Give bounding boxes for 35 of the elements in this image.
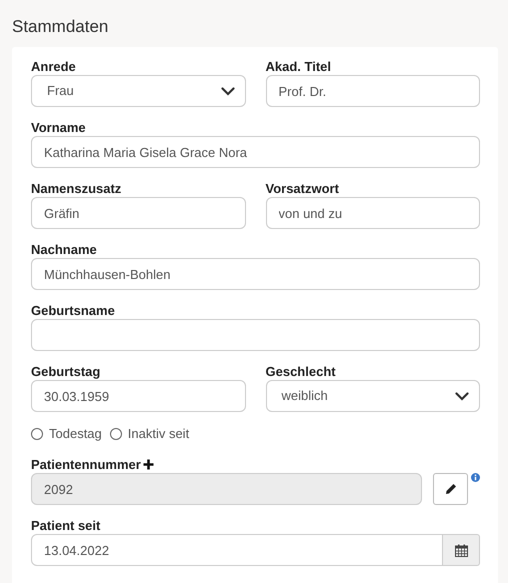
text-field[interactable]: Katharina Maria Gisela Grace Nora [31, 136, 480, 168]
radio-label: Inaktiv seit [128, 425, 190, 444]
text-field[interactable]: Münchhausen-Bohlen [31, 258, 480, 290]
text-field[interactable] [31, 319, 480, 351]
text-field[interactable]: 2092 [31, 473, 422, 505]
text-field[interactable]: von und zu [266, 197, 480, 229]
field-label: Geburtsname [31, 302, 115, 319]
section-title: Stammdaten [12, 16, 108, 38]
plus-icon[interactable] [142, 459, 154, 470]
field-label: Geburtstag [31, 363, 100, 380]
radio-button[interactable] [31, 428, 43, 440]
field-label: Patientennummer [31, 456, 141, 473]
field-label: Namenszusatz [31, 180, 122, 197]
field-label: Nachname [31, 241, 97, 258]
edit-button[interactable] [433, 473, 468, 505]
pencil-icon [444, 483, 456, 495]
date-field[interactable]: 13.04.2022 [31, 534, 443, 566]
field-label: Anrede [31, 58, 76, 75]
field-label: Vorname [31, 119, 86, 136]
field-label: Vorsatzwort [266, 180, 339, 197]
dropdown[interactable]: weiblich [266, 380, 480, 412]
radio-button[interactable] [110, 428, 122, 440]
text-field[interactable]: Gräfin [31, 197, 246, 229]
calendar-icon [454, 544, 468, 556]
radio-label: Todestag [49, 425, 102, 444]
field-label: Patient seit [31, 517, 100, 534]
text-field[interactable]: 30.03.1959 [31, 380, 246, 412]
text-field[interactable]: Prof. Dr. [266, 75, 480, 107]
calendar-button[interactable] [443, 534, 480, 566]
field-label: Akad. Titel [266, 58, 332, 75]
chevron-down-icon [455, 392, 469, 400]
chevron-down-icon [220, 86, 234, 96]
dropdown[interactable]: Frau [31, 75, 246, 107]
field-label: Geschlecht [266, 363, 336, 380]
info-icon[interactable] [471, 473, 480, 482]
